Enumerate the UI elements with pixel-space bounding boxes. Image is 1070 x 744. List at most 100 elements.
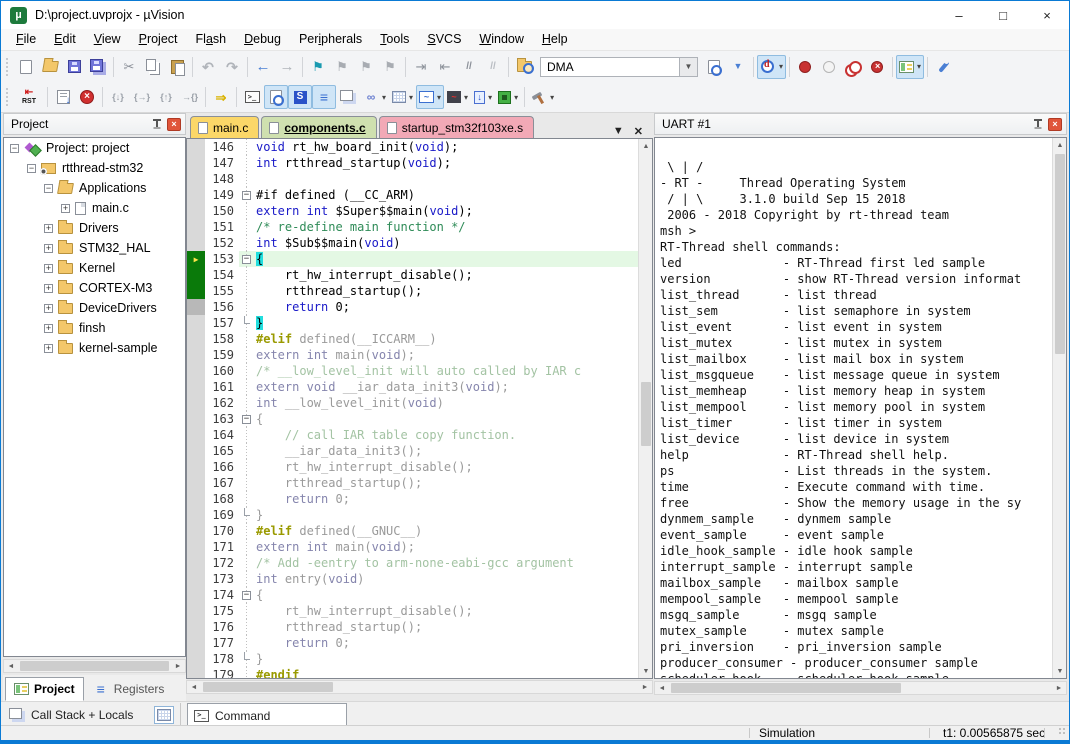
- dropdown-caret-icon[interactable]: ▾: [409, 93, 413, 102]
- resize-grip[interactable]: [1058, 727, 1067, 736]
- logic-analyzer-button[interactable]: ▾: [444, 85, 471, 109]
- dropdown-caret-icon[interactable]: ▾: [464, 93, 468, 102]
- uncomment-selection-button[interactable]: //: [481, 55, 505, 79]
- fold-collapse-icon[interactable]: −: [239, 587, 254, 603]
- navigate-forward-button[interactable]: →: [275, 55, 299, 79]
- kill-all-breakpoints-button[interactable]: [865, 55, 889, 79]
- open-file-button[interactable]: [38, 55, 62, 79]
- menu-file[interactable]: File: [7, 29, 45, 50]
- fold-collapse-icon[interactable]: −: [239, 411, 254, 427]
- indent-button[interactable]: ⇥: [409, 55, 433, 79]
- tab-list-dropdown-icon[interactable]: ▼: [613, 125, 624, 138]
- scroll-right-icon[interactable]: ►: [171, 659, 185, 673]
- breakpoint-margin[interactable]: [187, 155, 205, 171]
- expand-icon[interactable]: +: [44, 304, 53, 313]
- breakpoint-margin[interactable]: [187, 171, 205, 187]
- breakpoint-margin[interactable]: [187, 459, 205, 475]
- enable-disable-breakpoint-button[interactable]: [817, 55, 841, 79]
- menu-tools[interactable]: Tools: [371, 29, 418, 50]
- close-panel-icon[interactable]: [167, 118, 181, 131]
- comment-selection-button[interactable]: //: [457, 55, 481, 79]
- scroll-down-icon[interactable]: ▼: [1053, 664, 1067, 678]
- step-out-button[interactable]: {↑}: [154, 85, 178, 109]
- tree-item-kernel[interactable]: +Kernel: [4, 258, 185, 278]
- breakpoint-margin[interactable]: [187, 635, 205, 651]
- copy-button[interactable]: [141, 55, 165, 79]
- registers-window-button[interactable]: ≡: [312, 85, 336, 109]
- disable-all-breakpoints-button[interactable]: [841, 55, 865, 79]
- execution-arrow-icon[interactable]: ▶: [187, 251, 205, 267]
- find-in-files-button[interactable]: [512, 55, 536, 79]
- menu-flash[interactable]: Flash: [187, 29, 236, 50]
- uart-terminal[interactable]: \ | /- RT - Thread Operating System / | …: [654, 137, 1067, 679]
- symbols-window-button[interactable]: [288, 85, 312, 109]
- expand-icon[interactable]: +: [44, 284, 53, 293]
- expand-icon[interactable]: +: [44, 244, 53, 253]
- insert-remove-breakpoint-button[interactable]: [793, 55, 817, 79]
- navigate-back-button[interactable]: ←: [251, 55, 275, 79]
- menu-help[interactable]: Help: [533, 29, 577, 50]
- stop-button[interactable]: [75, 85, 99, 109]
- close-button[interactable]: ×: [1025, 1, 1069, 29]
- breakpoint-margin[interactable]: [187, 571, 205, 587]
- collapse-icon[interactable]: −: [27, 164, 36, 173]
- find-text-value[interactable]: DMA: [541, 60, 679, 74]
- breakpoint-margin[interactable]: [187, 555, 205, 571]
- menu-view[interactable]: View: [85, 29, 130, 50]
- dropdown-caret-icon[interactable]: ▾: [917, 62, 921, 71]
- tree-item-devicedrivers[interactable]: +DeviceDrivers: [4, 298, 185, 318]
- breakpoint-margin[interactable]: [187, 267, 205, 283]
- breakpoint-margin[interactable]: [187, 491, 205, 507]
- scroll-left-icon[interactable]: ◄: [4, 659, 18, 673]
- bookmark-clear-all-button[interactable]: ⚑: [378, 55, 402, 79]
- breakpoint-margin[interactable]: [187, 507, 205, 523]
- symbol-browser-button[interactable]: ▾: [471, 85, 495, 109]
- debug-toolbox-button[interactable]: ▾: [528, 85, 557, 109]
- dropdown-caret-icon[interactable]: ▾: [382, 93, 386, 102]
- breakpoint-margin[interactable]: [187, 411, 205, 427]
- menu-window[interactable]: Window: [470, 29, 532, 50]
- code-editor[interactable]: 146void rt_hw_board_init(void);147int rt…: [186, 138, 653, 679]
- configure-target-button[interactable]: [931, 55, 955, 79]
- expand-icon[interactable]: +: [61, 204, 70, 213]
- breakpoint-margin[interactable]: [187, 379, 205, 395]
- scroll-thumb[interactable]: [203, 682, 333, 692]
- dropdown-caret-icon[interactable]: ▾: [514, 93, 518, 102]
- save-button[interactable]: [62, 55, 86, 79]
- project-hscrollbar[interactable]: ◄ ►: [3, 659, 186, 673]
- menu-peripherals[interactable]: Peripherals: [290, 29, 371, 50]
- tree-item-project-project[interactable]: −Project: project: [4, 138, 185, 158]
- save-all-button[interactable]: [86, 55, 110, 79]
- new-file-button[interactable]: [14, 55, 38, 79]
- undo-button[interactable]: ↶: [196, 55, 220, 79]
- breakpoint-margin[interactable]: [187, 667, 205, 678]
- breakpoint-margin[interactable]: [187, 587, 205, 603]
- dropdown-caret-icon[interactable]: ▾: [550, 93, 554, 102]
- step-into-button[interactable]: {↓}: [106, 85, 130, 109]
- close-panel-icon[interactable]: [1048, 118, 1062, 131]
- dropdown-caret-icon[interactable]: ▾: [779, 62, 783, 71]
- breakpoint-margin[interactable]: [187, 347, 205, 363]
- paste-button[interactable]: [165, 55, 189, 79]
- close-document-icon[interactable]: ✕: [634, 125, 643, 138]
- editor-tab-main-c[interactable]: main.c: [190, 116, 259, 138]
- breakpoint-margin[interactable]: [187, 235, 205, 251]
- system-viewer-button[interactable]: ▾: [495, 85, 521, 109]
- menu-edit[interactable]: Edit: [45, 29, 85, 50]
- run-button[interactable]: [51, 85, 75, 109]
- fold-collapse-icon[interactable]: −: [239, 187, 254, 203]
- step-over-button[interactable]: {→}: [130, 85, 154, 109]
- menu-project[interactable]: Project: [130, 29, 187, 50]
- minimize-button[interactable]: –: [937, 1, 981, 29]
- toolbar-grip[interactable]: [5, 87, 10, 107]
- breakpoint-margin[interactable]: [187, 331, 205, 347]
- scroll-up-icon[interactable]: ▲: [1053, 138, 1067, 152]
- scroll-thumb[interactable]: [641, 382, 651, 446]
- breakpoint-margin[interactable]: [187, 395, 205, 411]
- breakpoint-margin[interactable]: [187, 283, 205, 299]
- menu-debug[interactable]: Debug: [235, 29, 290, 50]
- scroll-thumb[interactable]: [20, 661, 169, 671]
- scroll-right-icon[interactable]: ►: [638, 680, 652, 694]
- run-to-cursor-line-button[interactable]: →{}: [178, 85, 202, 109]
- editor-hscrollbar[interactable]: ◄ ►: [186, 680, 653, 694]
